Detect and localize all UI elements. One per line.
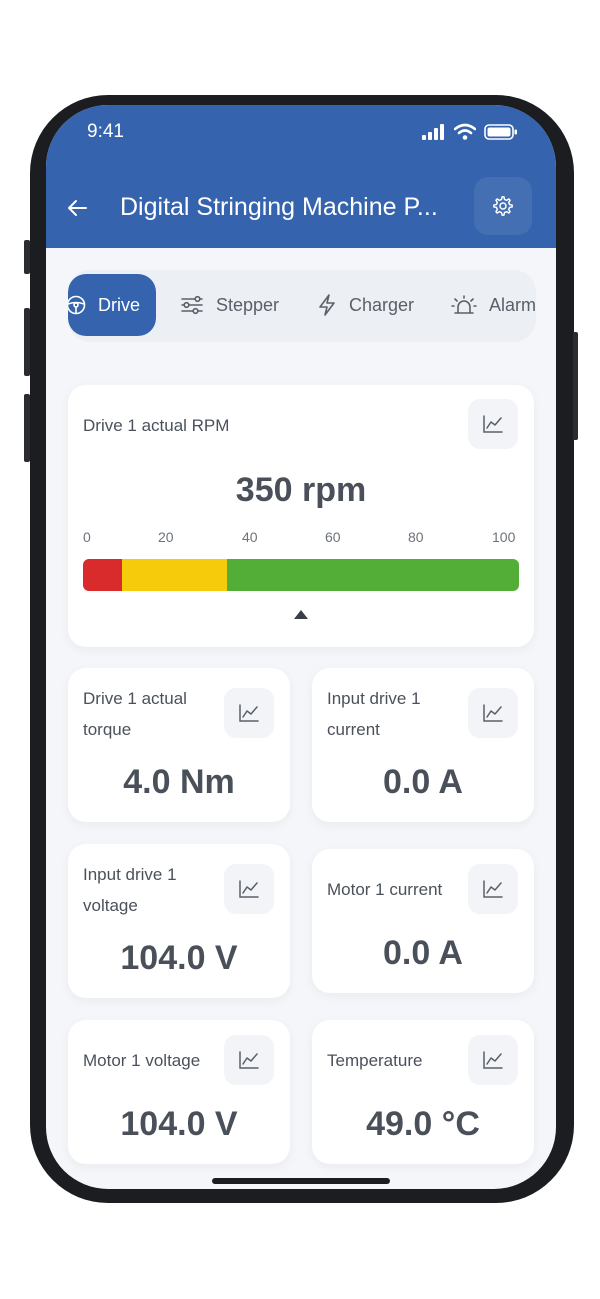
metric-value: 0.0 A — [382, 934, 463, 972]
metric-card-motor-current: Motor 1 current 0.0 A — [312, 849, 534, 993]
tab-charger-label: Charger — [349, 294, 415, 315]
metric-chart-button[interactable] — [224, 688, 274, 738]
chart-line-icon — [483, 1051, 503, 1069]
metric-chart-button[interactable] — [224, 864, 274, 914]
app-screen: 9:41 Digital Stringing Machine P... Driv… — [46, 105, 556, 1189]
metric-label: Temperature — [327, 1051, 423, 1070]
scale-label-100: 100 — [492, 529, 516, 545]
app-bar: 9:41 Digital Stringing Machine P... — [46, 105, 556, 248]
metric-value: 49.0 °C — [366, 1105, 480, 1143]
sliders-icon — [181, 295, 203, 315]
tab-alarm-label: Alarm — [489, 294, 536, 315]
metric-label: Drive 1 actual torque — [83, 689, 187, 739]
tab-alarm[interactable]: Alarm — [451, 274, 536, 336]
chart-line-icon — [239, 1051, 259, 1069]
status-time: 9:41 — [87, 121, 124, 142]
rpm-chart-button[interactable] — [468, 399, 518, 449]
scale-label-40: 40 — [242, 529, 258, 545]
metric-chart-button[interactable] — [224, 1035, 274, 1085]
gauge-indicator-icon — [294, 610, 308, 619]
metric-card-torque: Drive 1 actual torque 4.0 Nm — [68, 668, 290, 822]
metric-card-temperature: Temperature 49.0 °C — [312, 1020, 534, 1164]
metric-chart-button[interactable] — [468, 864, 518, 914]
chart-line-icon — [239, 704, 259, 722]
metric-label: Motor 1 current — [327, 880, 443, 899]
gauge-segment — [122, 559, 227, 591]
battery-icon — [484, 124, 517, 140]
metric-card-input-current: Input drive 1 current 0.0 A — [312, 668, 534, 822]
scale-label-0: 0 — [83, 529, 91, 545]
wifi-icon — [454, 123, 476, 140]
metric-value: 4.0 Nm — [123, 763, 235, 801]
metric-value: 104.0 V — [120, 1105, 238, 1143]
settings-button[interactable] — [474, 177, 532, 235]
metric-chart-button[interactable] — [468, 1035, 518, 1085]
scale-label-80: 80 — [408, 529, 424, 545]
mute-switch — [24, 240, 30, 274]
home-indicator[interactable] — [212, 1178, 390, 1184]
volume-down-button — [24, 394, 30, 462]
rpm-card-label: Drive 1 actual RPM — [83, 416, 230, 435]
metric-card-motor-voltage: Motor 1 voltage 104.0 V — [68, 1020, 290, 1164]
tab-charger[interactable]: Charger — [317, 274, 414, 336]
rpm-value: 350 rpm — [235, 471, 367, 509]
chart-line-icon — [483, 880, 503, 898]
back-button[interactable] — [62, 193, 92, 223]
metric-chart-button[interactable] — [468, 688, 518, 738]
lightning-icon — [319, 294, 335, 316]
chart-line-icon — [483, 704, 503, 722]
page-title: Digital Stringing Machine P... — [120, 193, 438, 221]
scale-label-60: 60 — [325, 529, 341, 545]
metric-label: Input drive 1 voltage — [83, 865, 177, 915]
volume-up-button — [24, 308, 30, 376]
metric-value: 104.0 V — [120, 939, 238, 977]
tab-drive[interactable]: Drive — [68, 274, 157, 336]
chart-line-icon — [239, 880, 259, 898]
tab-drive-label: Drive — [98, 294, 141, 315]
power-button — [573, 332, 578, 440]
tab-bar: Drive Stepper Charger Alarm — [68, 270, 536, 342]
metric-card-input-voltage: Input drive 1 voltage 104.0 V — [68, 844, 290, 998]
signal-icon — [422, 124, 444, 140]
metric-label: Motor 1 voltage — [83, 1051, 201, 1070]
siren-icon — [451, 295, 477, 314]
gauge-segment — [226, 559, 519, 591]
gear-icon — [493, 196, 513, 216]
gauge-segment — [83, 559, 123, 591]
scale-label-20: 20 — [158, 529, 174, 545]
tab-stepper-label: Stepper — [216, 294, 280, 315]
metric-label: Input drive 1 current — [327, 689, 421, 739]
metric-value: 0.0 A — [382, 763, 463, 801]
steering-wheel-icon — [68, 295, 86, 315]
status-icons — [422, 123, 518, 140]
chart-line-icon — [483, 415, 503, 433]
tab-stepper[interactable]: Stepper — [180, 274, 279, 336]
arrow-left-icon — [68, 200, 87, 216]
rpm-gauge-bar — [83, 559, 519, 591]
rpm-card: Drive 1 actual RPM 350 rpm — [68, 385, 534, 647]
